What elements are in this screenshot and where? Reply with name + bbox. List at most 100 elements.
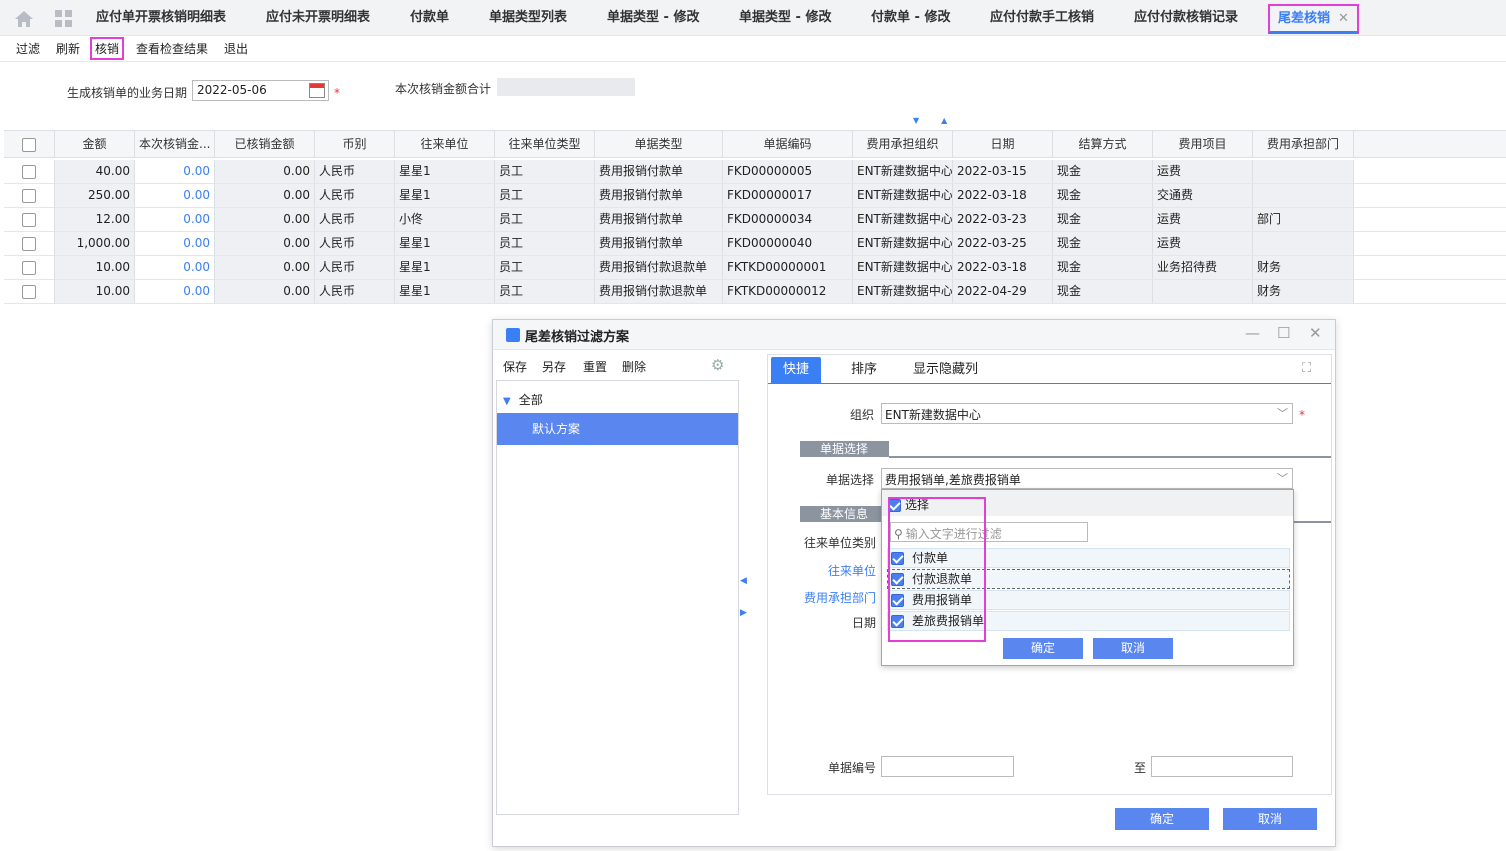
table-cell[interactable]: 现金 bbox=[1053, 280, 1153, 303]
table-cell[interactable]: 0.00 bbox=[135, 280, 215, 303]
exit-button[interactable]: 退出 bbox=[224, 40, 248, 57]
table-cell[interactable]: FKD00000034 bbox=[723, 208, 853, 231]
maximize-icon[interactable]: ☐ bbox=[1277, 324, 1290, 342]
table-cell[interactable]: 人民币 bbox=[315, 184, 395, 207]
expand-right-arrow-icon[interactable]: ▶ bbox=[740, 608, 747, 618]
table-cell[interactable]: 人民币 bbox=[315, 232, 395, 255]
table-cell[interactable]: 运费 bbox=[1153, 232, 1253, 255]
table-cell[interactable]: 费用报销付款单 bbox=[595, 208, 723, 231]
refresh-button[interactable]: 刷新 bbox=[56, 40, 80, 57]
row-checkbox[interactable] bbox=[22, 284, 36, 299]
table-cell[interactable]: 星星1 bbox=[395, 280, 495, 303]
table-cell[interactable]: 250.00 bbox=[55, 184, 135, 207]
tab-show-hidden-columns[interactable]: 显示隐藏列 bbox=[901, 357, 990, 383]
table-cell[interactable]: 员工 bbox=[495, 256, 595, 279]
col-header[interactable]: 往来单位类型 bbox=[495, 131, 595, 157]
row-checkbox[interactable] bbox=[22, 188, 36, 203]
row-select-cell[interactable] bbox=[4, 160, 55, 183]
table-cell[interactable]: 员工 bbox=[495, 208, 595, 231]
close-icon[interactable]: ✕ bbox=[1309, 324, 1322, 342]
col-header[interactable]: 费用承担部门 bbox=[1253, 131, 1354, 157]
cost-department-label[interactable]: 费用承担部门 bbox=[782, 589, 876, 606]
table-cell[interactable]: 交通费 bbox=[1153, 184, 1253, 207]
table-cell[interactable]: 现金 bbox=[1053, 184, 1153, 207]
chevron-down-icon[interactable]: ﹀ bbox=[1277, 470, 1288, 486]
select-all-checkbox[interactable] bbox=[22, 137, 36, 152]
table-cell[interactable]: 人民币 bbox=[315, 256, 395, 279]
save-scheme-button[interactable]: 保存 bbox=[503, 358, 527, 375]
table-cell[interactable]: 员工 bbox=[495, 184, 595, 207]
table-cell[interactable]: 费用报销付款单 bbox=[595, 232, 723, 255]
counterparty-label[interactable]: 往来单位 bbox=[782, 562, 876, 579]
tab-ap-uninvoiced[interactable]: 应付未开票明细表 bbox=[266, 0, 370, 36]
expand-triangle-icon[interactable]: ▼ bbox=[503, 396, 511, 407]
dialog-cancel-button[interactable]: 取消 bbox=[1223, 808, 1317, 830]
col-header[interactable]: 费用承担组织 bbox=[853, 131, 953, 157]
table-cell[interactable]: 0.00 bbox=[215, 256, 315, 279]
table-cell[interactable]: 10.00 bbox=[55, 280, 135, 303]
row-checkbox[interactable] bbox=[22, 260, 36, 275]
table-cell[interactable]: 0.00 bbox=[215, 232, 315, 255]
bill-number-to-input[interactable] bbox=[1151, 756, 1293, 777]
table-cell[interactable] bbox=[1153, 280, 1253, 303]
table-cell[interactable]: ENT新建数据中心 bbox=[853, 160, 953, 183]
save-as-button[interactable]: 另存 bbox=[542, 358, 566, 375]
table-cell[interactable]: 1,000.00 bbox=[55, 232, 135, 255]
tab-writeoff-record[interactable]: 应付付款核销记录 bbox=[1134, 0, 1238, 36]
table-cell[interactable]: 0.00 bbox=[215, 184, 315, 207]
table-cell[interactable]: 星星1 bbox=[395, 256, 495, 279]
dropdown-ok-button[interactable]: 确定 bbox=[1003, 638, 1083, 659]
table-cell[interactable]: ENT新建数据中心 bbox=[853, 280, 953, 303]
table-cell[interactable]: 40.00 bbox=[55, 160, 135, 183]
table-cell[interactable]: 费用报销付款单 bbox=[595, 160, 723, 183]
table-cell[interactable]: 0.00 bbox=[135, 232, 215, 255]
org-select[interactable]: ENT新建数据中心 ﹀ bbox=[881, 403, 1293, 424]
table-cell[interactable]: 业务招待费 bbox=[1153, 256, 1253, 279]
row-select-cell[interactable] bbox=[4, 208, 55, 231]
table-cell[interactable]: 0.00 bbox=[135, 208, 215, 231]
row-select-cell[interactable] bbox=[4, 256, 55, 279]
row-checkbox[interactable] bbox=[22, 236, 36, 251]
table-cell[interactable]: 2022-03-15 bbox=[953, 160, 1053, 183]
table-cell[interactable]: 运费 bbox=[1153, 208, 1253, 231]
col-header[interactable]: 已核销金额 bbox=[215, 131, 315, 157]
table-cell[interactable]: 星星1 bbox=[395, 184, 495, 207]
tree-node-all[interactable]: ▼ 全部 bbox=[503, 391, 543, 408]
table-cell[interactable]: ENT新建数据中心 bbox=[853, 232, 953, 255]
minimize-icon[interactable]: — bbox=[1245, 324, 1260, 342]
table-cell[interactable]: 2022-03-18 bbox=[953, 256, 1053, 279]
table-cell[interactable]: 星星1 bbox=[395, 160, 495, 183]
col-header[interactable]: 金额 bbox=[55, 131, 135, 157]
col-header[interactable]: 币别 bbox=[315, 131, 395, 157]
table-row[interactable]: 40.00 0.00 0.00 人民币 星星1 员工 费用报销付款单 FKD00000005 E… bbox=[4, 160, 1506, 184]
filter-button[interactable]: 过滤 bbox=[16, 40, 40, 57]
table-cell[interactable]: 0.00 bbox=[215, 160, 315, 183]
table-cell[interactable]: 费用报销付款退款单 bbox=[595, 256, 723, 279]
row-checkbox[interactable] bbox=[22, 164, 36, 179]
table-cell[interactable]: 0.00 bbox=[135, 160, 215, 183]
fullscreen-icon[interactable]: ⛶ bbox=[1302, 361, 1311, 376]
tab-bill-type-edit-2[interactable]: 单据类型 - 修改 bbox=[739, 0, 831, 36]
table-cell[interactable]: 财务 bbox=[1253, 256, 1354, 279]
table-cell[interactable]: 0.00 bbox=[135, 256, 215, 279]
table-cell[interactable]: FKTKD00000012 bbox=[723, 280, 853, 303]
table-cell[interactable]: 部门 bbox=[1253, 208, 1354, 231]
table-cell[interactable]: 员工 bbox=[495, 160, 595, 183]
table-row[interactable]: 10.00 0.00 0.00 人民币 星星1 员工 费用报销付款退款单 FKTKD00000… bbox=[4, 280, 1506, 304]
table-cell[interactable]: 现金 bbox=[1053, 208, 1153, 231]
table-cell[interactable]: 2022-04-29 bbox=[953, 280, 1053, 303]
table-cell[interactable]: FKTKD00000001 bbox=[723, 256, 853, 279]
tab-bill-type-edit-1[interactable]: 单据类型 - 修改 bbox=[607, 0, 699, 36]
row-select-cell[interactable] bbox=[4, 232, 55, 255]
chevron-down-icon[interactable]: ﹀ bbox=[1277, 405, 1288, 421]
table-cell[interactable] bbox=[1253, 184, 1354, 207]
table-cell[interactable]: FKD00000040 bbox=[723, 232, 853, 255]
tab-bill-type-list[interactable]: 单据类型列表 bbox=[489, 0, 567, 36]
gear-icon[interactable]: ⚙ bbox=[711, 356, 724, 374]
apps-grid-icon[interactable] bbox=[55, 10, 73, 28]
collapse-left-arrow-icon[interactable]: ◀ bbox=[740, 576, 747, 586]
table-cell[interactable]: ENT新建数据中心 bbox=[853, 256, 953, 279]
table-cell[interactable]: 现金 bbox=[1053, 232, 1153, 255]
col-header[interactable]: 费用项目 bbox=[1153, 131, 1253, 157]
table-cell[interactable]: 费用报销付款单 bbox=[595, 184, 723, 207]
